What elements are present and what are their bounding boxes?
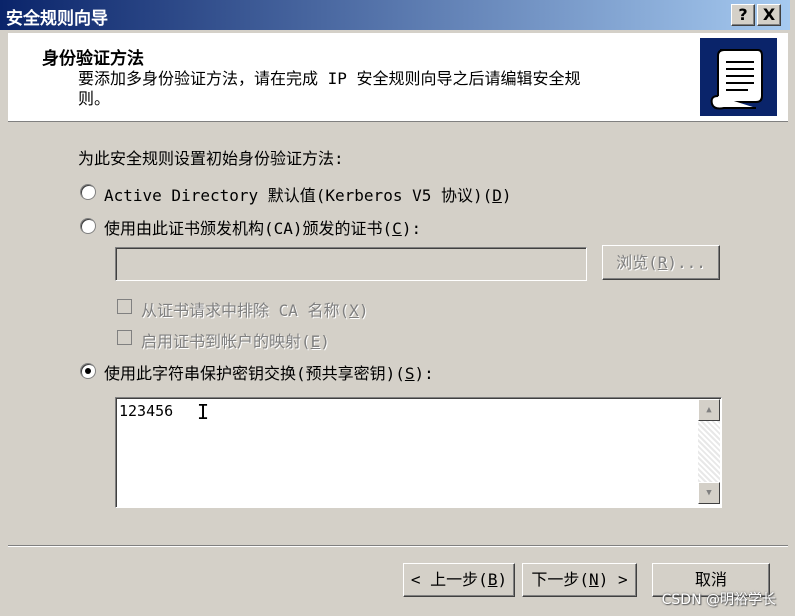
textarea-scrollbar[interactable]: ▲ ▼ <box>698 399 720 504</box>
help-button[interactable]: ? <box>731 4 755 26</box>
scroll-up-icon[interactable]: ▲ <box>698 399 720 421</box>
title-bar[interactable]: 安全规则向导 ? X <box>0 0 790 30</box>
window-title: 安全规则向导 <box>6 9 108 29</box>
footer-separator <box>8 545 788 547</box>
label-preshared-key[interactable]: 使用此字符串保护密钥交换(预共享密钥)(S): <box>104 360 434 384</box>
watermark: CSDN @明裕学长 <box>661 592 776 608</box>
next-button[interactable]: 下一步(N) > <box>522 563 637 597</box>
wizard-header: 身份验证方法 要添加多身份验证方法，请在完成 IP 安全规则向导之后请编辑安全规… <box>8 33 788 122</box>
header-desc-line2: 则。 <box>78 89 111 108</box>
ca-name-field[interactable] <box>115 247 587 281</box>
text-cursor-icon: I <box>197 400 210 424</box>
exclude-ca-checkbox[interactable] <box>117 299 132 314</box>
radio-certificate-authority[interactable] <box>80 218 96 234</box>
radio-active-directory[interactable] <box>80 184 96 200</box>
close-button[interactable]: X <box>757 4 781 26</box>
exclude-ca-label: 从证书请求中排除 CA 名称(X) <box>141 301 369 320</box>
back-button[interactable]: < 上一步(B) <box>403 563 515 597</box>
method-prompt: 为此安全规则设置初始身份验证方法: <box>78 149 344 168</box>
browse-button[interactable]: 浏览(R)... <box>602 245 720 280</box>
preshared-key-value: 123456 <box>119 402 174 420</box>
label-certificate-authority[interactable]: 使用由此证书颁发机构(CA)颁发的证书(C): <box>104 215 421 239</box>
header-title: 身份验证方法 <box>42 49 144 69</box>
enable-mapping-label: 启用证书到帐户的映射(E) <box>141 332 330 351</box>
scroll-down-icon[interactable]: ▼ <box>698 482 720 504</box>
header-desc-line1: 要添加多身份验证方法，请在完成 IP 安全规则向导之后请编辑安全规 <box>78 69 581 88</box>
enable-mapping-checkbox[interactable] <box>117 330 132 345</box>
label-active-directory[interactable]: Active Directory 默认值(Kerberos V5 协议)(D) <box>104 182 512 206</box>
radio-preshared-key[interactable] <box>80 363 96 379</box>
header-description: 要添加多身份验证方法，请在完成 IP 安全规则向导之后请编辑安全规 则。 <box>78 69 678 109</box>
wizard-window: 安全规则向导 ? X 身份验证方法 要添加多身份验证方法，请在完成 IP 安全规… <box>0 0 790 616</box>
scroll-document-icon <box>700 38 777 116</box>
